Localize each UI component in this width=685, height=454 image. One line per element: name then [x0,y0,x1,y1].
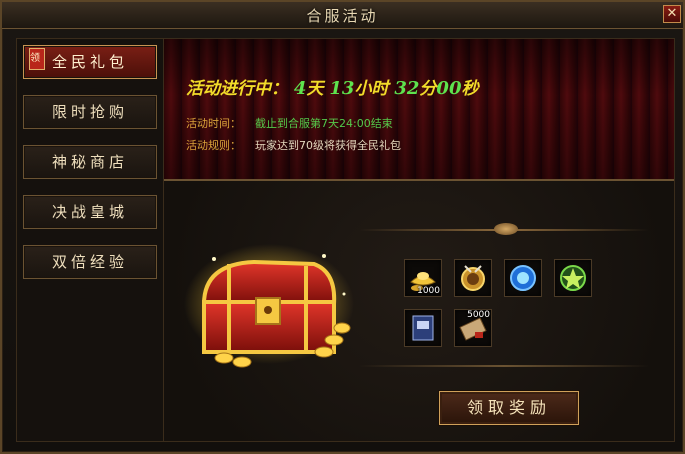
tab-label: 双倍经验 [51,253,128,271]
item-count: 1000 [417,286,440,296]
tab-label: 全民礼包 [51,53,128,71]
minutes-unit: 分 [419,79,437,99]
reward-slot[interactable]: 5000 [454,309,492,347]
event-rule-value: 玩家达到70级将获得全民礼包 [255,139,401,152]
tab-label: 限时抢购 [51,103,128,121]
claim-reward-button[interactable]: 领取奖励 [439,391,579,425]
sidebar: 领 全民礼包 限时抢购 神秘商店 决战皇城 双倍经验 [16,38,164,442]
reward-slot[interactable] [404,309,442,347]
countdown-label: 活动进行中： [186,79,288,99]
divider-ornament [494,223,518,235]
tab-label: 神秘商店 [51,153,128,171]
reward-divider-bottom [359,365,649,367]
tab-royal-city-battle[interactable]: 决战皇城 [23,195,157,229]
claim-badge: 领 [29,48,45,70]
tab-double-exp[interactable]: 双倍经验 [23,245,157,279]
tab-flash-sale[interactable]: 限时抢购 [23,95,157,129]
window-title: 合服活动 [306,7,379,25]
seconds-unit: 秒 [461,79,479,99]
green-star-emblem-icon [560,265,586,291]
reward-slot[interactable] [504,259,542,297]
countdown-minutes: 32 [394,78,420,99]
event-rule-row: 活动规则： 玩家达到70级将获得全民礼包 [186,137,401,153]
tab-mystery-shop[interactable]: 神秘商店 [23,145,157,179]
countdown-hours: 13 [329,78,355,99]
item-count: 5000 [467,310,490,320]
days-unit: 天 [306,79,324,99]
gold-medal-icon [461,265,485,291]
hours-unit: 小时 [354,79,389,99]
blue-book-icon [412,315,434,341]
content-panel: 活动进行中： 4天 13小时 32分00秒 活动时间： 截止到合服第7天24:00… [163,38,675,442]
reward-slot[interactable]: 1000 [404,259,442,297]
countdown-timer: 活动进行中： 4天 13小时 32分00秒 [186,74,478,99]
reward-slot[interactable] [454,259,492,297]
countdown-days: 4 [293,78,307,99]
title-bar: 合服活动 ✕ [2,2,683,29]
countdown-seconds: 00 [436,78,462,99]
event-time-label: 活动时间： [186,117,241,130]
event-time-value: 截止到合服第7天24:00结束 [255,117,393,130]
tab-all-people-gift[interactable]: 领 全民礼包 [23,45,157,79]
event-time-row: 活动时间： 截止到合服第7天24:00结束 [186,115,393,131]
event-rule-label: 活动规则： [186,139,241,152]
event-window: 合服活动 ✕ 领 全民礼包 限时抢购 神秘商店 决战皇城 双倍经验 活动进行中：… [0,0,685,454]
treasure-chest-icon [184,244,354,374]
reward-slot[interactable] [554,259,592,297]
event-banner: 活动进行中： 4天 13小时 32分00秒 活动时间： 截止到合服第7天24:00… [164,39,674,181]
reward-items: 1000 5000 [404,259,604,359]
tab-label: 决战皇城 [51,203,128,221]
blue-orb-icon [510,265,536,291]
close-button[interactable]: ✕ [663,5,681,23]
